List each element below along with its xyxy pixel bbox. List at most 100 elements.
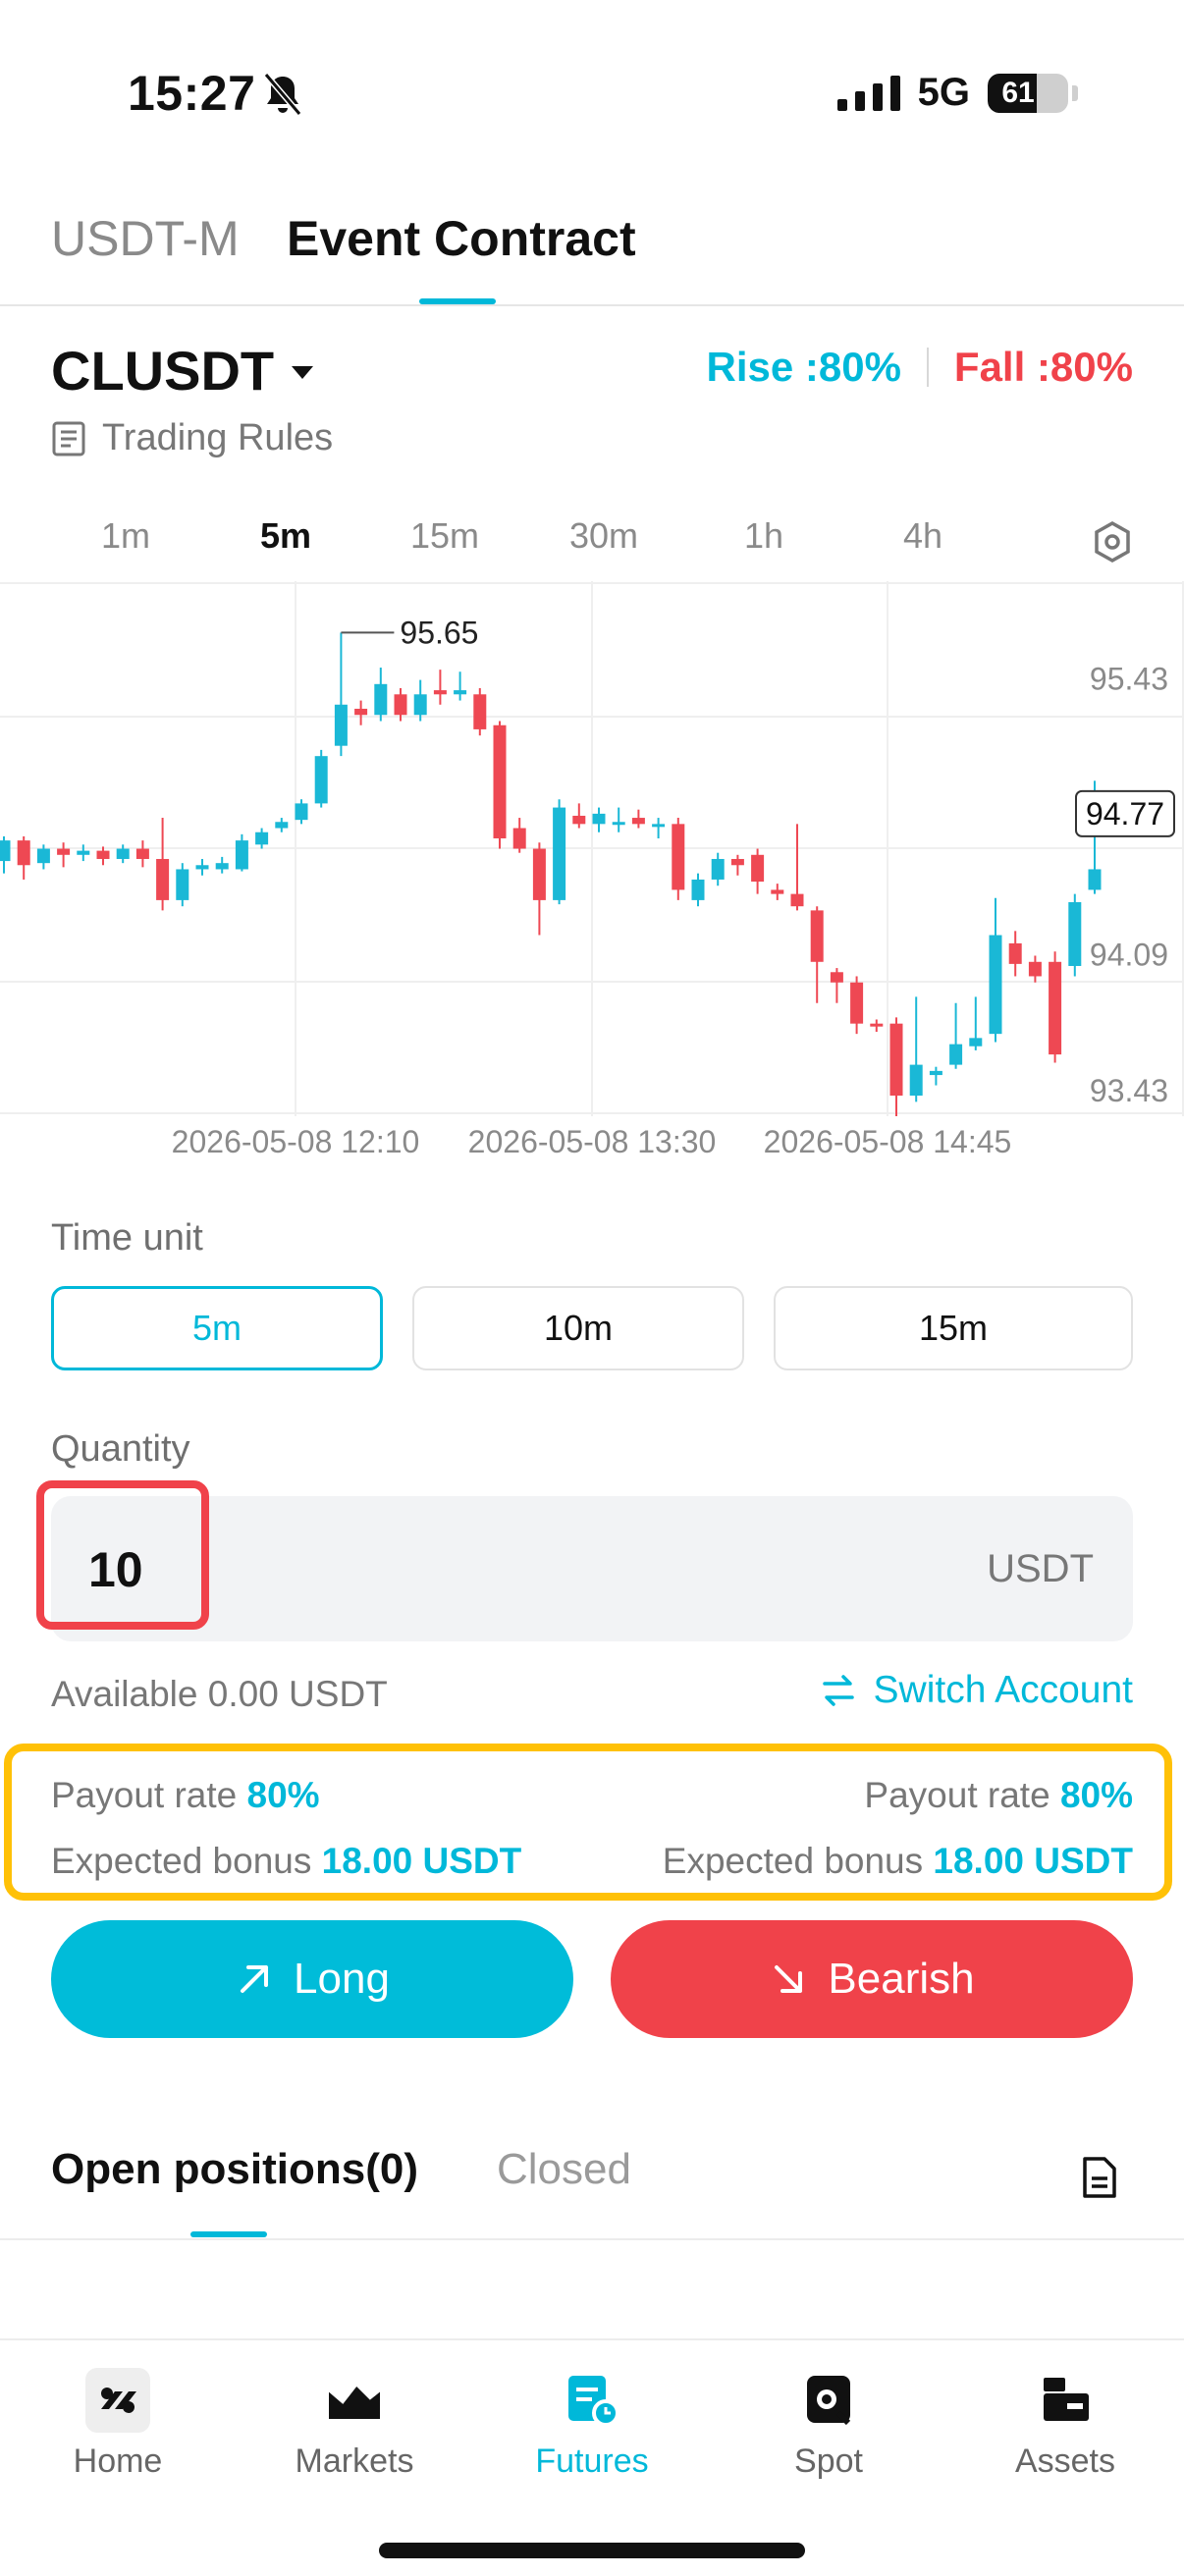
assets-icon: [1044, 2378, 1089, 2421]
candle-body: [354, 708, 368, 716]
time-unit-5m-button[interactable]: 5m: [51, 1286, 383, 1370]
y-axis-label: 95.43: [1090, 662, 1168, 697]
candle-body: [1068, 902, 1082, 966]
bell-mute-icon: [263, 73, 302, 116]
nav-home[interactable]: Home: [20, 2368, 216, 2481]
candle-body: [592, 813, 606, 825]
candle-body: [275, 822, 289, 829]
symbol-name: CLUSDT: [51, 340, 275, 402]
tab-closed-positions[interactable]: Closed: [497, 2145, 631, 2194]
positions-tabs: Open positions(0) Closed: [0, 2145, 1184, 2240]
candle-body: [96, 850, 110, 859]
futures-icon: [568, 2376, 619, 2427]
timeframe-15m[interactable]: 15m: [410, 515, 479, 557]
candle-body: [870, 1023, 884, 1027]
home-indicator: [379, 2543, 805, 2558]
candle-body: [532, 848, 546, 900]
payout-rate-left: Payout rate 80%: [51, 1775, 320, 1815]
contract-type-tabs: USDT-M Event Contract: [0, 187, 1184, 306]
nav-assets[interactable]: Assets: [967, 2368, 1163, 2481]
trading-rules-link[interactable]: Trading Rules: [51, 417, 333, 459]
candle-body: [810, 910, 824, 962]
timeframe-5m[interactable]: 5m: [260, 515, 311, 557]
x-axis-label: 2026-05-08 13:30: [467, 1124, 717, 1159]
nav-futures[interactable]: Futures: [494, 2368, 690, 2481]
nav-assets-label: Assets: [1014, 2442, 1116, 2480]
timeframe-1h[interactable]: 1h: [744, 515, 783, 557]
candle-body: [156, 858, 170, 900]
time-unit-15m-button[interactable]: 15m: [774, 1286, 1133, 1370]
expected-bonus-right: Expected bonus 18.00 USDT: [662, 1841, 1133, 1881]
document-icon: [52, 421, 85, 456]
candle-body: [1028, 961, 1042, 977]
candle-body: [36, 848, 50, 864]
candle-body: [512, 828, 526, 849]
candle-body: [751, 854, 765, 883]
order-history-icon[interactable]: [1080, 2155, 1119, 2200]
candle-body: [394, 694, 407, 716]
nav-home-label: Home: [73, 2442, 163, 2480]
candle-body: [1088, 869, 1102, 890]
timeframe-30m[interactable]: 30m: [569, 515, 638, 557]
nav-markets[interactable]: Markets: [256, 2368, 453, 2481]
candle-body: [691, 879, 705, 900]
active-positions-indicator: [190, 2231, 267, 2237]
chart-settings-icon[interactable]: [1093, 520, 1132, 564]
candle-body: [929, 1070, 942, 1076]
battery-indicator: 61: [988, 73, 1068, 113]
candle-body: [572, 815, 586, 825]
candle-body: [255, 832, 269, 845]
candle-body: [0, 840, 11, 862]
candle-body: [215, 863, 229, 870]
candle-body: [493, 724, 507, 839]
timeframe-4h[interactable]: 4h: [903, 515, 942, 557]
bearish-button[interactable]: Bearish: [611, 1920, 1133, 2038]
candle-body: [969, 1038, 983, 1046]
tab-open-positions[interactable]: Open positions(0): [51, 2145, 418, 2194]
candle-body: [1049, 961, 1062, 1055]
y-axis-label: 94.09: [1090, 937, 1168, 972]
tab-usdt-m[interactable]: USDT-M: [51, 210, 240, 267]
quantity-input[interactable]: 10 USDT: [51, 1496, 1133, 1641]
trading-rules-label: Trading Rules: [102, 417, 334, 458]
candle-body: [889, 1023, 903, 1097]
quantity-unit: USDT: [987, 1547, 1094, 1590]
signal-icon: [836, 75, 900, 111]
long-button[interactable]: Long: [51, 1920, 573, 2038]
bearish-label: Bearish: [828, 1955, 975, 2003]
time-unit-10m-button[interactable]: 10m: [412, 1286, 744, 1370]
high-price-label: 95.65: [400, 615, 478, 650]
payout-rate-right: Payout rate 80%: [864, 1775, 1133, 1815]
timeframe-1m[interactable]: 1m: [101, 515, 150, 557]
candle-body: [652, 824, 666, 828]
candle-body: [374, 683, 388, 716]
candle-body: [454, 690, 467, 695]
arrow-up-right-icon: [241, 1965, 269, 1993]
nav-spot[interactable]: Spot: [730, 2368, 927, 2481]
y-axis-label: 93.43: [1090, 1073, 1168, 1108]
price-chart[interactable]: 95.4394.0993.4395.6593.4394.77: [0, 581, 1184, 1116]
chart-timeframe-tabs: 1m 5m 15m 30m 1h 4h: [0, 515, 1184, 564]
long-label: Long: [294, 1955, 390, 2003]
last-price-label: 94.77: [1086, 796, 1164, 832]
candle-body: [334, 704, 348, 746]
candle-body: [57, 848, 71, 855]
nav-spot-label: Spot: [794, 2442, 863, 2480]
active-tab-indicator: [419, 298, 496, 304]
candle-body: [850, 982, 864, 1024]
candle-body: [77, 850, 90, 855]
fall-rate: Fall :80%: [953, 344, 1133, 390]
candle-body: [989, 935, 1002, 1035]
tab-event-contract[interactable]: Event Contract: [287, 210, 636, 267]
candle-body: [612, 822, 625, 826]
x-axis-label: 2026-05-08 14:45: [763, 1124, 1012, 1159]
candle-body: [771, 889, 784, 894]
candle-body: [553, 807, 566, 900]
switch-account-button[interactable]: Switch Account: [819, 1669, 1133, 1712]
arrow-down-right-icon: [775, 1965, 803, 1993]
candle-body: [473, 694, 487, 729]
candle-body: [235, 840, 248, 870]
home-icon: [85, 2368, 150, 2433]
symbol-selector[interactable]: CLUSDT: [51, 339, 314, 402]
candle-body: [295, 803, 308, 821]
